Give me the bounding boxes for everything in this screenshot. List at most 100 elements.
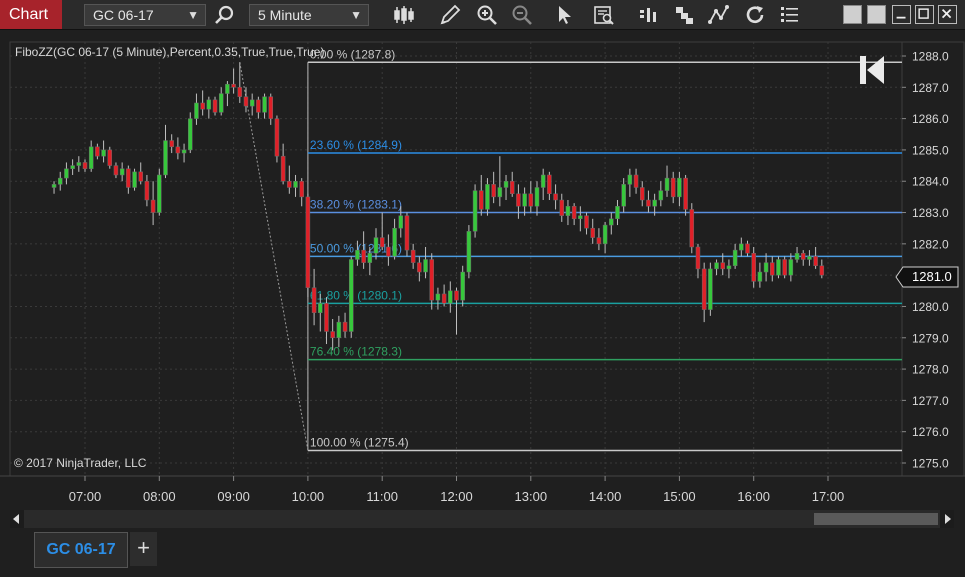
candle-body	[88, 146, 94, 169]
candle-body	[299, 180, 304, 198]
cursor-pointer-icon[interactable]	[553, 3, 577, 27]
candle-body	[126, 168, 131, 188]
chart-menu-button[interactable]: Chart	[0, 0, 62, 29]
y-tick-label: 1288.0	[912, 50, 949, 64]
candle	[776, 256, 781, 279]
tab-gc-06-17[interactable]: GC 06-17	[34, 532, 128, 568]
candle-body	[70, 165, 75, 169]
order-stack-icon[interactable]	[672, 3, 696, 27]
candle-body	[472, 190, 478, 232]
candle-body	[367, 252, 373, 263]
close-icon	[941, 8, 952, 19]
maximize-button[interactable]	[915, 5, 934, 24]
candle-body	[763, 262, 769, 273]
x-tick-label: 16:00	[737, 489, 770, 504]
interval-selector[interactable]: 5 Minute ▼	[249, 4, 369, 26]
candle	[708, 262, 713, 316]
x-tick-label: 10:00	[292, 489, 325, 504]
current-price-label: 1281.0	[912, 269, 952, 284]
candle-body	[274, 118, 280, 157]
instrument-link-button[interactable]	[867, 5, 886, 24]
fib-level-label: 38.20 % (1283.1)	[310, 198, 402, 212]
candle-body	[757, 271, 763, 282]
candle-body	[361, 249, 366, 263]
fib-level-label: 23.60 % (1284.9)	[310, 138, 402, 152]
candle-body	[287, 180, 292, 188]
candle-body	[751, 252, 756, 282]
candle-body	[522, 193, 527, 207]
zoom-out-icon[interactable]	[510, 3, 534, 27]
candle-body	[670, 177, 676, 198]
candle-body	[652, 199, 657, 207]
candle-body	[466, 231, 472, 273]
candle-body	[373, 237, 379, 254]
chart-toolbar: Chart GC 06-17 ▼ 5 Minute ▼	[0, 0, 965, 30]
candle-body	[225, 83, 230, 94]
candle-body	[82, 162, 88, 169]
candle	[466, 225, 472, 279]
bars-style-icon[interactable]	[392, 3, 416, 27]
candle-body	[534, 187, 540, 207]
candle-body	[144, 180, 150, 201]
candle	[188, 112, 193, 154]
fib-level-label: 76.40 % (1278.3)	[310, 345, 402, 359]
add-tab-button[interactable]: +	[130, 532, 157, 566]
chevron-down-icon: ▼	[350, 8, 362, 22]
candle-body	[95, 146, 100, 157]
candle-body	[800, 252, 806, 260]
instrument-selector[interactable]: GC 06-17 ▼	[84, 4, 206, 26]
candle-body	[330, 331, 335, 339]
pencil-icon[interactable]	[438, 3, 462, 27]
candle-body	[788, 259, 794, 276]
candle	[107, 146, 113, 169]
properties-list-icon[interactable]	[778, 3, 802, 27]
candle-body	[163, 140, 168, 176]
close-button[interactable]	[938, 5, 957, 24]
candle	[348, 256, 354, 338]
x-tick-label: 08:00	[143, 489, 176, 504]
chart-trader-icon[interactable]	[636, 3, 660, 27]
candle-body	[479, 190, 484, 210]
tab-bar: GC 06-17 +	[0, 530, 965, 577]
candle-body	[417, 262, 422, 273]
scroll-thumb[interactable]	[814, 513, 938, 525]
candle-body	[633, 174, 639, 188]
maximize-icon	[918, 8, 929, 19]
fib-level-label: 100.00 % (1275.4)	[310, 435, 409, 449]
candle-body	[404, 215, 410, 251]
data-box-icon[interactable]	[592, 3, 616, 27]
copyright-text: © 2017 NinjaTrader, LLC	[14, 456, 147, 470]
candle-body	[714, 262, 719, 270]
chart-area[interactable]: 0.00 % (1287.8) 23.60 % (1284.9) 38.20 % (…	[0, 31, 965, 509]
candle-body	[194, 102, 199, 119]
candle-body	[547, 174, 552, 195]
minimize-button[interactable]	[892, 5, 911, 24]
y-tick-label: 1282.0	[912, 237, 949, 251]
horizontal-scrollbar[interactable]	[10, 510, 954, 528]
candle	[751, 246, 756, 288]
candle-body	[188, 118, 193, 151]
x-tick-label: 13:00	[515, 489, 548, 504]
candle-body	[726, 265, 732, 270]
candle-body	[720, 262, 725, 270]
search-icon[interactable]	[212, 3, 236, 27]
zoom-in-icon[interactable]	[475, 3, 499, 27]
reload-icon[interactable]	[743, 3, 767, 27]
candle-body	[621, 184, 626, 207]
link-color-button[interactable]	[843, 5, 862, 24]
candle-body	[311, 287, 317, 313]
y-tick-label: 1276.0	[912, 425, 949, 439]
candle-body	[813, 256, 818, 267]
y-tick-label: 1283.0	[912, 206, 949, 220]
candle-body	[485, 184, 490, 210]
candle-body	[683, 177, 688, 210]
candle-body	[695, 246, 701, 270]
price-chart[interactable]: 0.00 % (1287.8)23.60 % (1284.9)38.20 % (…	[0, 31, 965, 509]
candle-body	[379, 237, 385, 248]
strategy-zigzag-icon[interactable]	[707, 3, 731, 27]
instrument-value: GC 06-17	[93, 7, 154, 23]
candle-body	[107, 149, 113, 166]
x-tick-label: 11:00	[366, 489, 398, 504]
y-tick-label: 1275.0	[912, 457, 949, 471]
candle-body	[627, 174, 633, 185]
